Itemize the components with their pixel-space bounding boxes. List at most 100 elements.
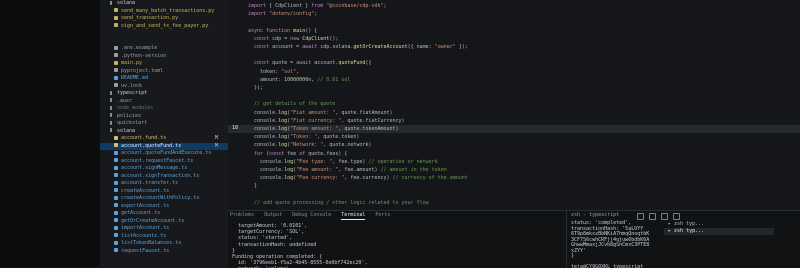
sidebar-file[interactable]: getOrCreateAccount.ts [100,218,228,226]
sidebar-file[interactable]: README.md [100,75,228,83]
activity-bar [0,0,100,267]
python-icon [114,15,118,20]
sidebar-file[interactable]: uv.lock [100,83,228,91]
code-line[interactable]: import "dotenv/config"; [248,10,317,18]
sidebar-file[interactable]: account.transfer.ts [100,180,228,188]
code-line[interactable]: console.log("Fee currency: ", fee.curren… [248,174,468,182]
code-line[interactable]: }); [248,84,263,92]
code-line[interactable]: async function main() { [248,27,317,35]
sidebar-item-label: solana [117,0,136,6]
code-line[interactable]: const quote = await account.quoteFund({ [248,59,371,67]
sidebar-item-label: .env.example [121,45,158,51]
sidebar-folder[interactable]: solana [100,128,228,136]
sidebar-item-label: account.quoteFundAndExecute.ts [121,150,212,156]
sidebar-file[interactable]: account.quoteFund.ts M [100,142,228,150]
terminal-split-title: zsh - typescript [571,212,620,218]
sidebar-file[interactable]: main.py [100,60,228,68]
sidebar-folder[interactable]: policies [100,113,228,121]
sidebar-folder[interactable]: quickstart [100,120,228,128]
code-line[interactable]: import { CdpClient } from "@coinbase/cdp… [248,2,387,10]
sidebar-item-label: account.signTransaction.ts [121,172,200,179]
sidebar-folder[interactable]: .auxr [100,98,228,106]
terminal-list-item[interactable]: ▸ zsh typ... [664,221,774,228]
typescript-icon [114,195,118,200]
typescript-icon [114,248,118,252]
terminal-list-item[interactable]: ▸ zsh typ... [664,228,774,235]
typescript-icon [114,135,118,140]
code-editor[interactable]: import { CdpClient } from "@coinbase/cdp… [228,0,800,210]
sidebar-file[interactable]: listTokenBalances.ts [100,240,228,248]
code-line[interactable]: // get details of the quote [248,100,335,108]
typescript-icon [114,143,118,147]
typescript-icon [114,188,118,192]
sidebar-item-label: typescript [117,90,148,96]
sidebar-item-label: send_transaction.py [121,15,179,21]
sidebar-item-label: createAccountWithPolicy.ts [121,195,200,201]
sidebar-file[interactable]: send_transaction.py [100,15,228,23]
sidebar-file[interactable]: pyproject.toml [100,68,228,76]
sidebar-file[interactable]: exportAccount.ts [100,203,228,211]
code-line[interactable]: console.log("Fee type: ", fee.type) // o… [248,158,438,166]
sidebar-file[interactable]: .python-version [100,53,228,61]
sidebar-item-label: importAccount.ts [121,225,170,231]
sidebar-item-label: sign_and_send_tx_fee_payer.py [121,22,209,29]
modified-badge: M [214,142,218,149]
terminal-split[interactable]: zsh - typescript status: 'completed', tr… [566,211,800,268]
sidebar-item-label: main.py [121,60,143,66]
typescript-icon [114,158,118,162]
tab-output[interactable]: Output [264,211,282,220]
sidebar-file[interactable]: listAccounts.ts [100,233,228,241]
tab-debug-console[interactable]: Debug Console [292,211,331,220]
code-line[interactable]: console.log("Network: ", quote.network) [248,141,371,149]
sidebar-item-label: account.quoteFund.ts [121,142,182,149]
code-line[interactable]: for (const fee of quote.fees) { [248,150,347,158]
sidebar-file[interactable]: account.requestFaucet.ts [100,158,228,166]
sidebar-file[interactable]: account.fund.ts M [100,135,228,143]
sidebar-file[interactable]: createAccountWithPolicy.ts [100,195,228,203]
code-line[interactable]: amount: 10000000n, // 0.01 sol [248,76,350,84]
info-icon [114,75,118,80]
sidebar-folder[interactable]: node_modules [100,105,228,113]
code-line[interactable]: console.log("Token amount: ", quote.toke… [248,125,399,133]
lock-icon [114,83,118,87]
code-line[interactable]: token: "sol", [248,68,299,76]
terminal-split-output[interactable]: status: 'completed', transactionHash: '5… [571,220,649,268]
chevron-down-icon [110,113,114,117]
gear-icon [114,68,118,72]
sidebar-item-label: requestFaucet.ts [121,247,170,254]
sidebar-item-label: account.transfer.ts [121,180,179,186]
tab-problems[interactable]: Problems [230,211,254,220]
code-line[interactable]: console.log("Fee amount: ", fee.amount) … [248,166,447,174]
code-line[interactable]: console.log("Fiat currency: ", quote.fia… [248,117,405,125]
sidebar-item-label: account.requestFaucet.ts [121,157,194,164]
tab-ports[interactable]: Ports [375,211,390,220]
typescript-icon [114,180,118,185]
sidebar-file[interactable]: createAccount.ts [100,188,228,196]
sidebar-file[interactable]: importAccount.ts [100,225,228,233]
code-line[interactable]: console.log("Fiat amount: ", quote.fiatA… [248,109,393,117]
sidebar-file[interactable]: sign_and_send_tx_fee_payer.py [100,23,228,31]
code-line[interactable]: } [248,182,257,190]
terminal-list[interactable]: ▸ zsh typ... ▸ zsh typ... [664,221,774,235]
sidebar-item-label: solana [117,127,136,134]
code-line[interactable]: // add quote processing / other logic re… [248,199,429,207]
sidebar-file[interactable]: account.signTransaction.ts [100,173,228,181]
code-line[interactable]: const account = await cdp.solana.getOrCr… [248,43,468,51]
code-line[interactable]: console.log("Token: ", quote.token) [248,133,359,141]
file-explorer[interactable]: solana send_many_batch_transactions.py sen… [100,0,229,267]
sidebar-file[interactable]: .env.example [100,45,228,53]
terminal-list-label: zsh typ... [674,228,705,234]
sidebar-file[interactable]: requestFaucet.ts [100,248,228,256]
sidebar-file[interactable]: send_many_batch_transactions.py [100,8,228,16]
sidebar-file[interactable]: getAccount.ts [100,210,228,218]
sidebar-item-label: quickstart [117,120,148,126]
tab-terminal[interactable]: Terminal [341,211,366,220]
sidebar-file[interactable]: account.signMessage.ts [100,165,228,173]
sidebar-file[interactable]: account.quoteFundAndExecute.ts [100,150,228,158]
terminal-output[interactable]: targetAmount: '0.0101', targetCurrency: … [232,223,562,268]
code-line[interactable]: const cdp = new CdpClient(); [248,35,338,43]
sidebar-folder[interactable]: typescript [100,90,228,98]
sidebar-folder[interactable]: solana [100,0,228,8]
sidebar-item-label: account.fund.ts [121,135,167,141]
